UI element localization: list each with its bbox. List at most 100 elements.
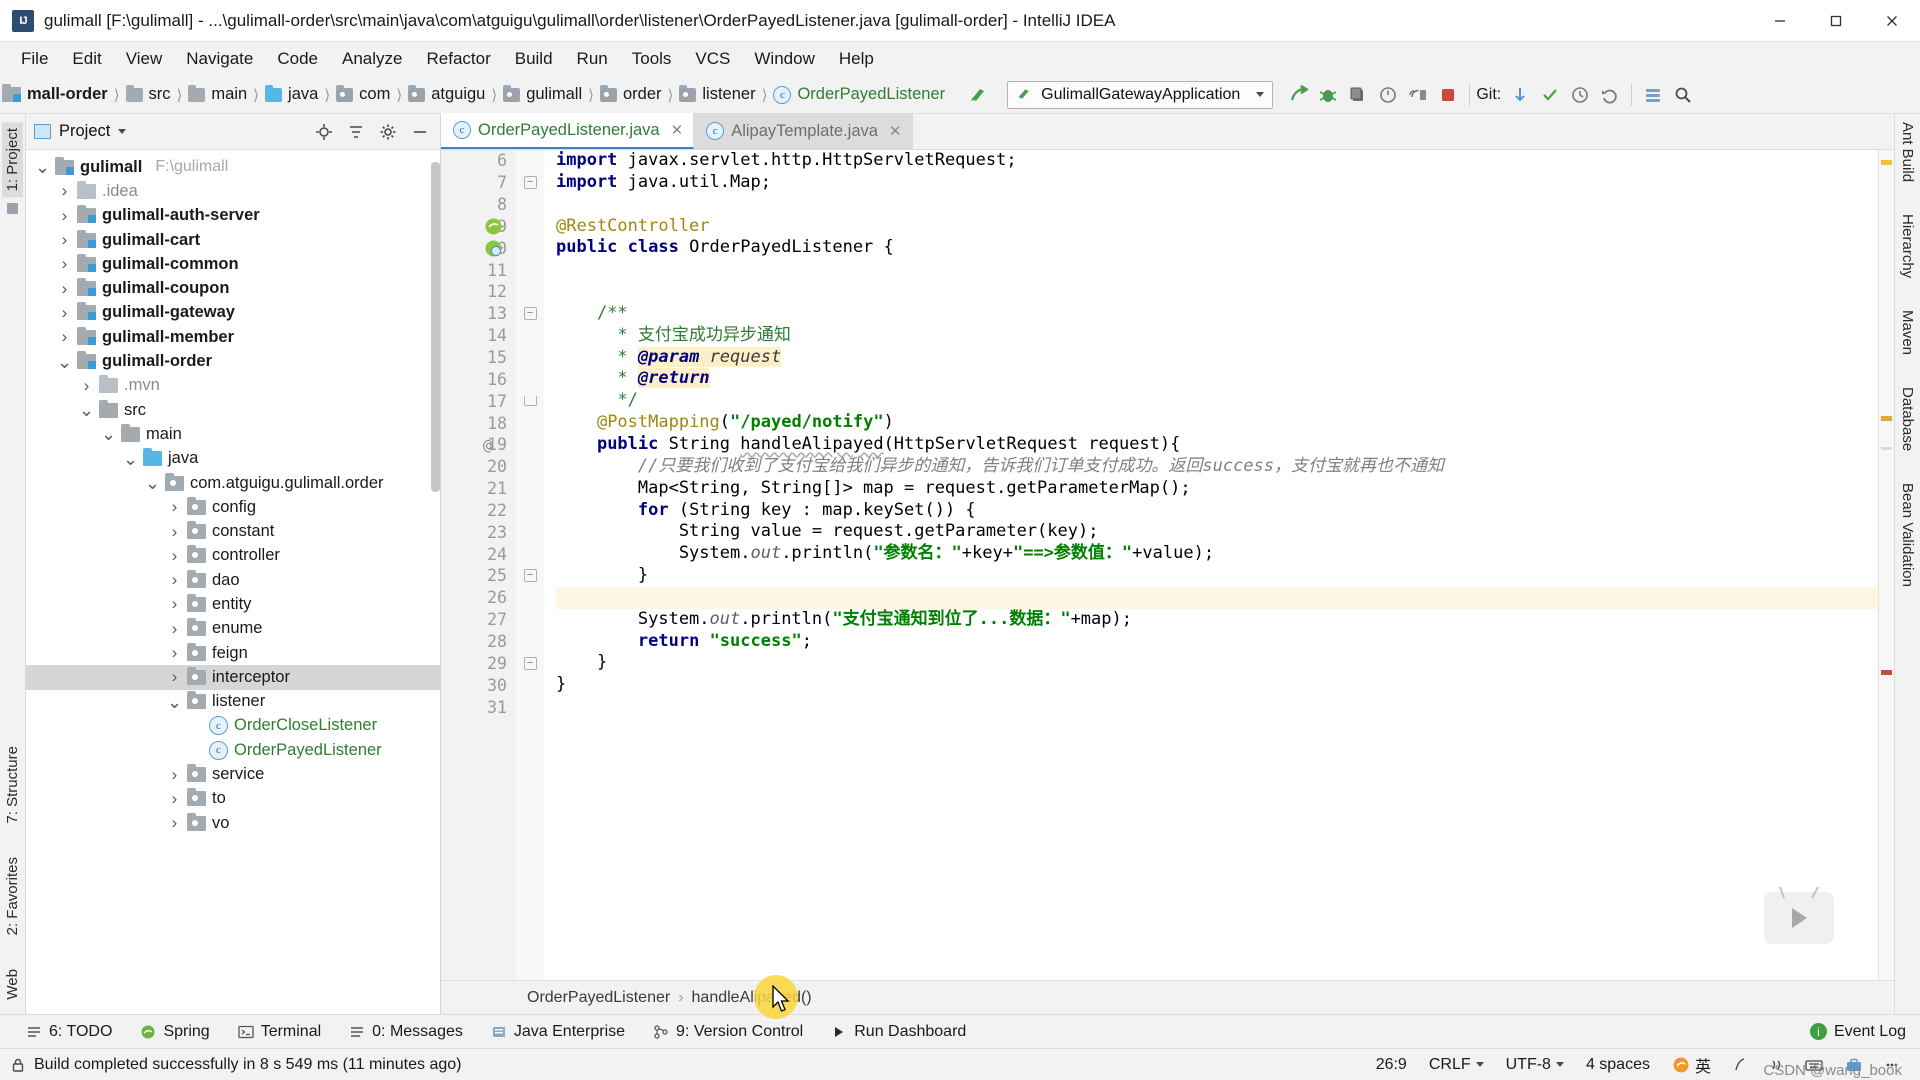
chevron-right-icon[interactable]: › [168,765,181,785]
tree-node-entity[interactable]: › entity [26,592,440,616]
collapse-icon[interactable]: − [523,656,537,670]
chevron-down-icon[interactable]: ⌄ [167,693,182,711]
fold-marker-line-17[interactable] [516,390,544,412]
breadcrumb-class-name[interactable]: OrderPayedListener [527,989,670,1007]
tool-window-terminal[interactable]: Terminal [224,1015,335,1049]
menu-edit[interactable]: Edit [61,45,112,73]
file-encoding[interactable]: UTF-8 [1495,1056,1575,1074]
chevron-right-icon[interactable]: › [58,254,71,274]
code-line-27[interactable]: System.out.println("支付宝通知到位了...数据："+map)… [556,609,1894,631]
tree-node-main[interactable]: ⌄ main [26,422,440,446]
code-line-14[interactable]: * 支付宝成功异步通知 [556,325,1894,347]
attach-icon[interactable] [1403,81,1433,109]
tree-node-com-atguigu-gulimall-order[interactable]: ⌄ com.atguigu.gulimall.order [26,471,440,495]
chevron-down-icon[interactable]: ⌄ [57,353,72,371]
tree-node-orderpayedlistener[interactable]: c OrderPayedListener [26,738,440,762]
line-number-22[interactable]: 22 [441,500,516,522]
ime-half-width[interactable] [1722,1057,1758,1073]
revert-icon[interactable] [1595,81,1625,109]
code-line-31[interactable] [556,696,1894,718]
chevron-right-icon[interactable]: › [168,522,181,542]
chevron-right-icon[interactable]: › [58,327,71,347]
build-icon[interactable] [963,81,993,109]
code-line-12[interactable] [556,281,1894,303]
menu-view[interactable]: View [115,45,174,73]
sidebar-item-structure[interactable]: 7: Structure [2,740,23,830]
chevron-down-icon[interactable]: ⌄ [101,425,116,443]
commit-icon[interactable] [1535,81,1565,109]
tree-node--mvn[interactable]: › .mvn [26,374,440,398]
collapse-icon[interactable] [523,396,537,407]
chevron-down-icon[interactable] [118,129,127,134]
code-line-17[interactable]: */ [556,390,1894,412]
line-number-12[interactable]: 12 [441,281,516,303]
tool-window-version-control[interactable]: 9: Version Control [639,1015,817,1049]
breadcrumb-main[interactable]: main [184,84,251,104]
indent-setting[interactable]: 4 spaces [1575,1056,1661,1074]
sidebar-item-maven[interactable]: Maven [1899,310,1916,355]
line-number-11[interactable]: 11 [441,259,516,281]
override-annotation-icon[interactable]: @ [483,436,492,454]
run-configuration-selector[interactable]: GulimallGatewayApplication [1007,80,1274,109]
close-icon[interactable]: ✕ [671,121,684,139]
gear-icon[interactable] [376,120,400,144]
tree-node-gulimall-order[interactable]: ⌄ gulimall-order [26,349,440,373]
code-line-8[interactable] [556,194,1894,216]
tree-node-config[interactable]: › config [26,495,440,519]
code-line-13[interactable]: /** [556,303,1894,325]
fold-marker-line-25[interactable]: − [516,565,544,587]
menu-help[interactable]: Help [828,45,885,73]
line-number-21[interactable]: 21 [441,478,516,500]
tree-node-src[interactable]: ⌄ src [26,398,440,422]
line-number-29[interactable]: 29 [441,652,516,674]
line-number-15[interactable]: 15 [441,347,516,369]
line-number-20[interactable]: 20 [441,456,516,478]
code-line-18[interactable]: @PostMapping("/payed/notify") [556,412,1894,434]
code-line-25[interactable]: } [556,565,1894,587]
breadcrumb-listener[interactable]: listener [675,84,759,104]
close-icon[interactable]: ✕ [889,122,902,140]
sidebar-item-ant-build[interactable]: Ant Build [1899,122,1916,182]
code-line-16[interactable]: * @return [556,368,1894,390]
code-text[interactable]: import javax.servlet.http.HttpServletReq… [544,150,1894,980]
code-line-29[interactable]: } [556,652,1894,674]
line-number-19[interactable]: @19 [441,434,516,456]
menu-code[interactable]: Code [266,45,329,73]
collapse-icon[interactable]: − [523,307,537,321]
line-number-28[interactable]: 28 [441,631,516,653]
chevron-right-icon[interactable]: › [58,279,71,299]
line-number-18[interactable]: 18 [441,412,516,434]
line-number-6[interactable]: 6 [441,150,516,172]
menu-vcs[interactable]: VCS [684,45,741,73]
chevron-right-icon[interactable]: › [80,376,93,396]
breadcrumb-class[interactable]: c OrderPayedListener [769,85,949,104]
profile-icon[interactable] [1373,81,1403,109]
update-project-icon[interactable] [1505,81,1535,109]
history-icon[interactable] [1565,81,1595,109]
ime-toggle[interactable]: 英 [1661,1053,1722,1077]
line-separator[interactable]: CRLF [1418,1056,1495,1074]
line-number-16[interactable]: 16 [441,368,516,390]
locate-icon[interactable] [312,120,336,144]
line-number-9[interactable]: 9 [441,216,516,238]
tree-scrollbar[interactable] [431,162,440,492]
tree-node-java[interactable]: ⌄ java [26,447,440,471]
debug-icon[interactable] [1313,81,1343,109]
hide-icon[interactable] [408,120,432,144]
collapse-icon[interactable]: − [523,176,537,190]
chevron-right-icon[interactable]: › [168,789,181,809]
line-number-23[interactable]: 23 [441,521,516,543]
menu-analyze[interactable]: Analyze [331,45,413,73]
chevron-right-icon[interactable]: › [168,497,181,517]
breadcrumb-module[interactable]: mall-order [0,84,112,104]
chevron-right-icon[interactable]: › [58,303,71,323]
code-line-26[interactable] [556,586,1894,609]
tree-node-gulimall-cart[interactable]: › gulimall-cart [26,228,440,252]
tree-node-gulimall-coupon[interactable]: › gulimall-coupon [26,276,440,300]
caret-position[interactable]: 26:9 [1365,1056,1418,1074]
chevron-down-icon[interactable]: ⌄ [79,401,94,419]
floating-video-button[interactable] [1764,886,1834,944]
spring-bean-gutter-icon[interactable] [485,218,502,235]
chevron-down-icon[interactable]: ⌄ [35,158,50,176]
breadcrumb-order[interactable]: order [596,84,666,104]
